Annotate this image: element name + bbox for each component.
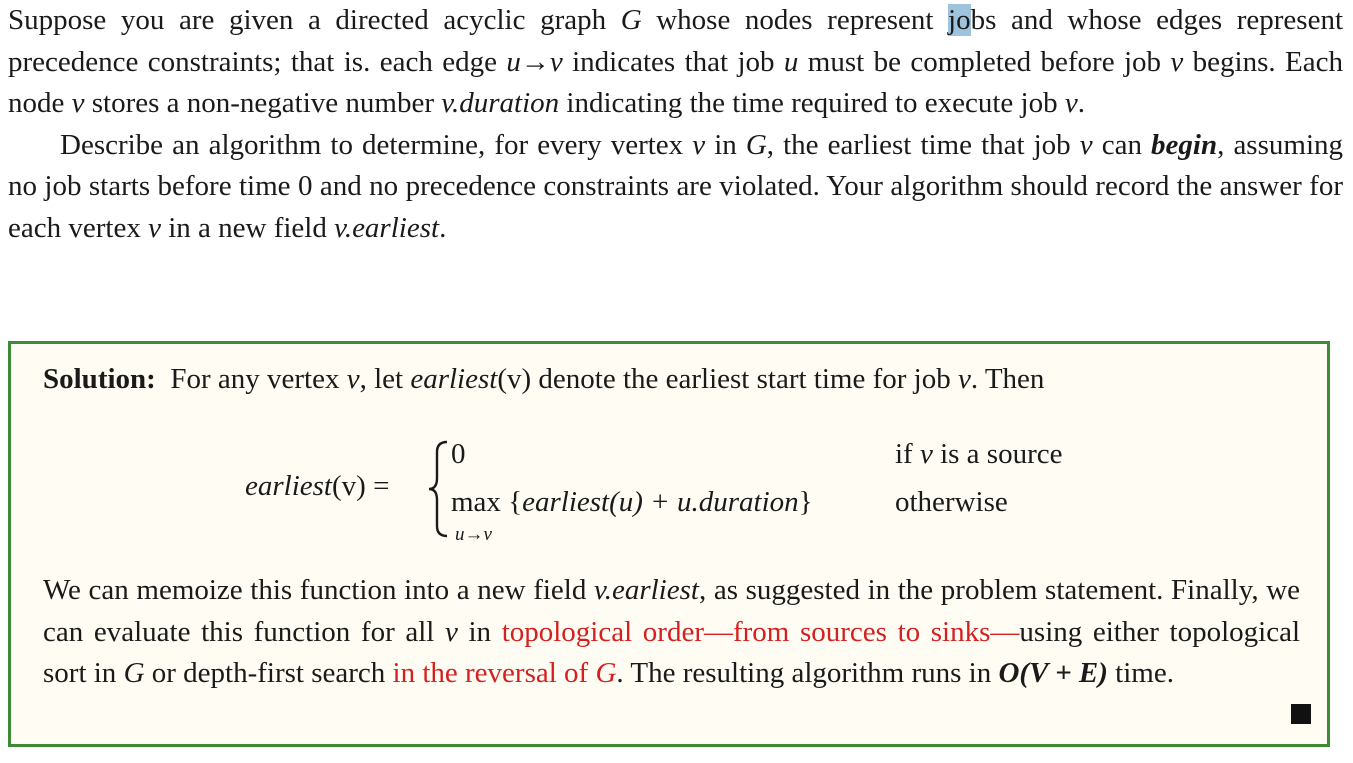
text: b: [970, 4, 986, 36]
selected-text-highlight[interactable]: jo: [948, 4, 971, 36]
text: is a source: [932, 438, 1063, 470]
text: whose nodes represent: [641, 4, 949, 36]
red-annotation: topological order—from sources to sinks—: [501, 615, 1020, 648]
recurrence-equation: earliest(v) = 0 max {earliest(u) + u.dur…: [245, 438, 1145, 550]
math-G: G: [123, 657, 145, 690]
math-earliest: earliest: [410, 363, 498, 395]
case-1-condition: if v is a source: [895, 438, 1063, 471]
qed-square-icon: [1291, 704, 1311, 724]
math-arg: (v) =: [332, 470, 390, 502]
problem-statement: Suppose you are given a directed acyclic…: [8, 0, 1343, 250]
text: can: [1092, 128, 1152, 161]
math-edge: u→v: [506, 45, 563, 78]
math-v-duration: v.duration: [441, 87, 560, 120]
case-2-condition: otherwise: [895, 486, 1008, 518]
text: , let: [359, 363, 411, 395]
math-v: v: [1079, 128, 1093, 161]
math-earliest: earliest: [522, 486, 610, 518]
text: indicating the time required to execute …: [559, 87, 1065, 120]
math-G: G: [620, 4, 642, 36]
math-v: v: [692, 128, 706, 161]
math-v: v: [148, 211, 161, 244]
red-annotation: in the reversal of G: [393, 657, 617, 689]
max-subscript: u→v: [455, 524, 492, 545]
solution-label: Solution:: [43, 363, 156, 395]
solution-body: We can memoize this function into a new …: [43, 570, 1300, 695]
text: or depth-first search: [144, 657, 393, 690]
text: time.: [1107, 657, 1174, 690]
math-G: G: [595, 657, 617, 690]
text: We can memoize this function into a new …: [43, 574, 594, 606]
text: stores a non-negative number: [84, 87, 442, 120]
math-v-earliest: v.earliest: [593, 574, 699, 606]
math-earliest: earliest: [245, 470, 332, 502]
math-v: v: [919, 438, 933, 470]
text: must be completed before job: [798, 45, 1171, 78]
math-G: G: [745, 128, 767, 161]
math-v: v: [1170, 45, 1184, 78]
text: . The resulting algorithm runs in: [616, 657, 999, 690]
text: For any vertex: [170, 363, 347, 395]
math-v: v: [444, 615, 458, 648]
text: in the reversal of: [392, 657, 596, 690]
math-v: v: [957, 363, 971, 395]
emphasis-begin: begin: [1151, 128, 1218, 161]
text: jo: [948, 4, 971, 36]
text: }: [798, 486, 813, 518]
math-v: v: [346, 363, 360, 395]
text: Suppose you are given a directed acyclic…: [8, 4, 621, 36]
solution-paragraph: We can memoize this function into a new …: [43, 570, 1300, 695]
case-2-value: max {earliest(u) + u.duration}: [451, 486, 813, 519]
math-arg: (v): [497, 363, 532, 395]
text: {: [500, 486, 523, 518]
text: in a new field: [160, 211, 335, 244]
solution-intro: Solution: For any vertex v, let earliest…: [43, 358, 1044, 400]
text: indicates that job: [562, 45, 784, 78]
math-expr: (u) + u.duration: [609, 486, 799, 518]
text: denote the earliest start time for job: [531, 363, 958, 395]
math-v-earliest: v.earliest: [334, 211, 440, 244]
text: in: [457, 615, 502, 648]
text: if: [895, 438, 920, 470]
case-1-value: 0: [451, 438, 466, 470]
math-v: v: [1064, 87, 1078, 120]
text: in: [705, 128, 746, 161]
left-brace-icon: [428, 440, 448, 538]
problem-paragraph-1: Suppose you are given a directed acyclic…: [8, 0, 1343, 125]
text: .: [1077, 87, 1085, 120]
text: , the earliest time that job: [766, 128, 1080, 161]
solution-box: Solution: For any vertex v, let earliest…: [8, 341, 1330, 747]
text: . Then: [970, 363, 1045, 395]
math-max: max: [451, 486, 501, 518]
math-complexity: O(V + E): [998, 657, 1108, 690]
math-u: u: [783, 45, 799, 78]
text: Describe an algorithm to determine, for …: [60, 128, 693, 161]
problem-paragraph-2: Describe an algorithm to determine, for …: [8, 125, 1343, 250]
equation-lhs: earliest(v) =: [245, 470, 389, 503]
math-v: v: [71, 87, 85, 120]
text: .: [439, 211, 447, 244]
